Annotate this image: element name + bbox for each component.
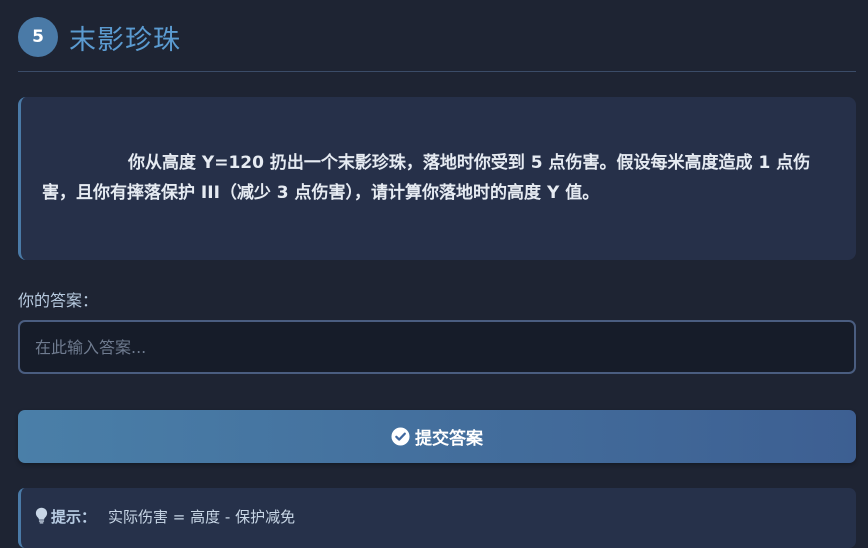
question-card: 你从高度 Y=120 扔出一个末影珍珠，落地时你受到 5 点伤害。假设每米高度造… bbox=[18, 97, 856, 260]
hint-text: 实际伤害 = 高度 - 保护减免 bbox=[108, 508, 296, 526]
header-divider bbox=[18, 71, 856, 72]
question-header: 5 末影珍珠 bbox=[18, 17, 181, 57]
answer-input[interactable] bbox=[18, 320, 856, 374]
submit-answer-button[interactable]: 提交答案 bbox=[18, 410, 856, 463]
answer-label: 你的答案： bbox=[18, 291, 99, 310]
check-circle-icon bbox=[391, 427, 410, 446]
question-text: 你从高度 Y=120 扔出一个末影珍珠，落地时你受到 5 点伤害。假设每米高度造… bbox=[42, 153, 811, 203]
hint-label: 提示： bbox=[51, 508, 97, 526]
lightbulb-icon bbox=[35, 507, 48, 524]
submit-button-label: 提交答案 bbox=[415, 429, 483, 449]
question-title: 末影珍珠 bbox=[69, 24, 181, 56]
question-number-badge: 5 bbox=[18, 17, 58, 57]
hint-box: 提示： 实际伤害 = 高度 - 保护减免 bbox=[18, 488, 856, 548]
